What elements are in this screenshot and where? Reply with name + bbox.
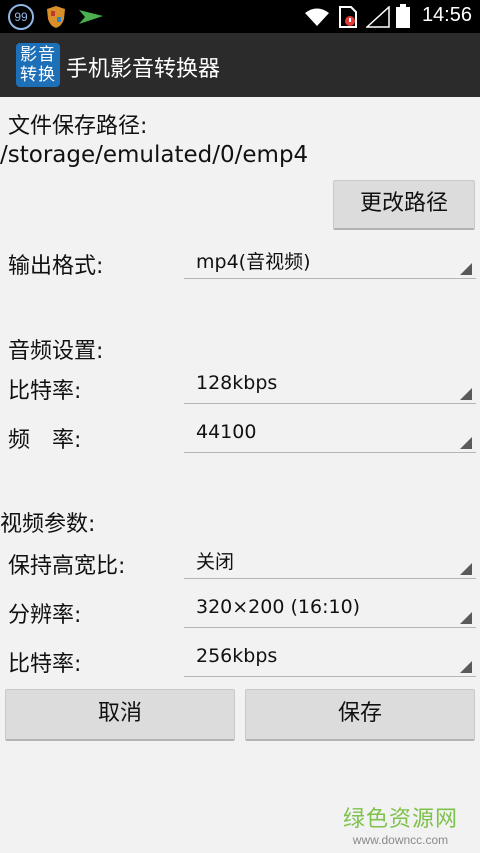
app-title: 手机影音转换器 (66, 57, 221, 82)
output-format-value: mp4(音视频) (196, 251, 311, 273)
output-format-select[interactable]: mp4(音视频) (184, 243, 476, 279)
aspect-ratio-select[interactable]: 关闭 (184, 543, 476, 579)
aspect-ratio-label: 保持高宽比: (8, 554, 126, 579)
output-format-label: 输出格式: (8, 254, 104, 279)
audio-settings-heading: 音频设置: (8, 339, 104, 364)
app-logo-icon: 影音 转换 (16, 43, 60, 87)
resolution-label: 分辨率: (8, 603, 82, 628)
status-bar: 99 14:56 (0, 0, 480, 33)
action-bar: 影音 转换 手机影音转换器 (0, 33, 480, 97)
save-button[interactable]: 保存 (245, 689, 475, 741)
watermark: 绿色资源网 www.downcc.com (343, 801, 458, 847)
dropdown-arrow-icon (460, 263, 472, 275)
audio-samplerate-value: 44100 (196, 421, 257, 443)
dropdown-arrow-icon (460, 661, 472, 673)
dropdown-arrow-icon (460, 388, 472, 400)
video-bitrate-label: 比特率: (8, 652, 82, 677)
audio-bitrate-value: 128kbps (196, 372, 278, 394)
path-value: /storage/emulated/0/emp4 (0, 142, 309, 168)
sim-error-icon (338, 6, 358, 32)
video-settings-heading: 视频参数: (0, 512, 96, 537)
wifi-icon (304, 7, 330, 31)
clock: 14:56 (421, 4, 472, 26)
video-bitrate-value: 256kbps (196, 645, 278, 667)
dropdown-arrow-icon (460, 612, 472, 624)
change-path-button[interactable]: 更改路径 (333, 180, 475, 230)
watermark-url: www.downcc.com (352, 833, 449, 847)
signal-icon (365, 5, 390, 32)
security-shield-icon (46, 5, 66, 33)
audio-samplerate-label: 频 率: (8, 428, 82, 453)
resolution-select[interactable]: 320×200 (16:10) (184, 592, 476, 628)
notification-99-icon: 99 (8, 4, 34, 30)
audio-bitrate-label: 比特率: (8, 379, 82, 404)
audio-bitrate-select[interactable]: 128kbps (184, 368, 476, 404)
audio-samplerate-select[interactable]: 44100 (184, 417, 476, 453)
path-label: 文件保存路径: (8, 114, 148, 139)
app-logo-line1: 影音 (20, 45, 56, 65)
video-bitrate-select[interactable]: 256kbps (184, 641, 476, 677)
watermark-title: 绿色资源网 (342, 807, 458, 832)
notification-badge-count: 99 (14, 10, 28, 24)
resolution-value: 320×200 (16:10) (196, 596, 361, 618)
cancel-button[interactable]: 取消 (5, 689, 235, 741)
battery-icon (396, 4, 410, 32)
aspect-ratio-value: 关闭 (196, 551, 235, 573)
dropdown-arrow-icon (460, 563, 472, 575)
airplane-icon (78, 8, 104, 30)
dropdown-arrow-icon (460, 437, 472, 449)
app-logo-line2: 转换 (20, 65, 56, 85)
